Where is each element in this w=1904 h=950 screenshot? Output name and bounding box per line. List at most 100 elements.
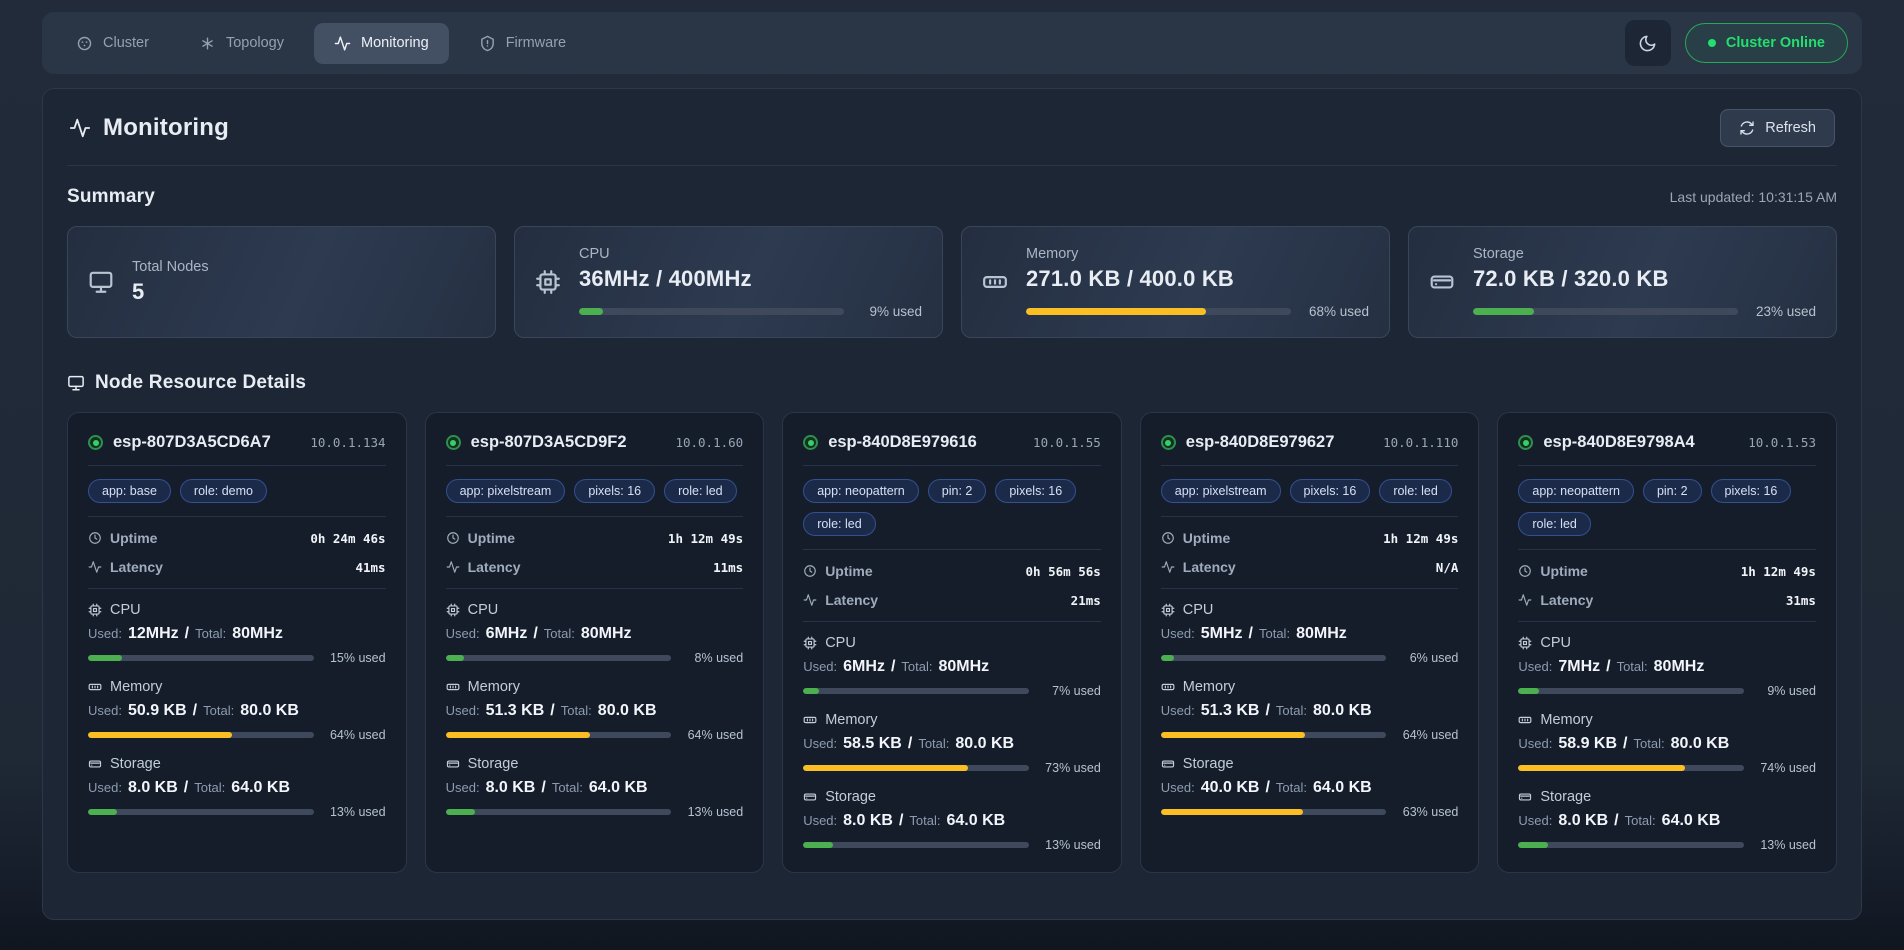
metric-usage-line: Used: 5MHz / Total: 80MHz bbox=[1161, 625, 1459, 643]
node-status-dot bbox=[1518, 435, 1533, 450]
percent-used-label: 13% used bbox=[1041, 838, 1101, 852]
metric-used-value: 5MHz bbox=[1201, 625, 1243, 643]
storage-icon bbox=[1429, 269, 1455, 295]
node-tags: app: pixelstreampixels: 16role: led bbox=[1161, 479, 1459, 503]
cpu-icon bbox=[1518, 636, 1532, 650]
metric-name: Storage bbox=[825, 789, 876, 805]
activity-icon bbox=[88, 560, 102, 574]
nav-tab-topology[interactable]: Topology bbox=[179, 23, 304, 64]
summary-heading: Summary bbox=[67, 186, 155, 208]
activity-icon bbox=[446, 560, 460, 574]
info-row-value: 1h 12m 49s bbox=[668, 531, 743, 546]
metric-used-value: 8.0 KB bbox=[128, 779, 178, 797]
metric-progress: 13% used bbox=[88, 805, 386, 819]
metric-used-value: 58.9 KB bbox=[1558, 735, 1617, 753]
node-details-heading: Node Resource Details bbox=[95, 372, 306, 394]
info-row-label: Uptime bbox=[1183, 530, 1230, 546]
summary-card-value: 5 bbox=[132, 279, 475, 305]
summary-card-label: Total Nodes bbox=[132, 259, 475, 275]
node-metric: CPU Used: 5MHz / Total: 80MHz 6% used bbox=[1161, 602, 1459, 665]
nav-tab-monitoring[interactable]: Monitoring bbox=[314, 23, 449, 64]
progress-track bbox=[88, 655, 314, 661]
metric-name: CPU bbox=[1540, 635, 1571, 651]
node-tag: app: base bbox=[88, 479, 171, 503]
divider bbox=[1161, 588, 1459, 589]
node-tag: pin: 2 bbox=[928, 479, 987, 503]
summary-card-label: CPU bbox=[579, 246, 922, 262]
metric-total-value: 80.0 KB bbox=[1313, 702, 1372, 720]
divider bbox=[1161, 465, 1459, 466]
clock-icon bbox=[88, 531, 102, 545]
progress-track bbox=[88, 732, 314, 738]
storage-icon bbox=[1161, 757, 1175, 771]
nav-tab-label: Cluster bbox=[103, 35, 149, 51]
metric-progress: 64% used bbox=[446, 728, 744, 742]
node-info-rows: Uptime 0h 56m 56s Latency 21ms bbox=[803, 563, 1101, 608]
metric-name: Storage bbox=[1183, 756, 1234, 772]
progress-track bbox=[579, 308, 844, 315]
metric-name: Memory bbox=[110, 679, 162, 695]
node-info-rows: Uptime 1h 12m 49s Latency 11ms bbox=[446, 530, 744, 575]
moon-icon bbox=[1638, 34, 1657, 53]
info-row-value: 31ms bbox=[1786, 593, 1816, 608]
metric-name: Memory bbox=[825, 712, 877, 728]
metric-name: CPU bbox=[825, 635, 856, 651]
storage-icon bbox=[1518, 790, 1532, 804]
node-info-rows: Uptime 0h 24m 46s Latency 41ms bbox=[88, 530, 386, 575]
node-tags: app: baserole: demo bbox=[88, 479, 386, 503]
node-metrics: CPU Used: 12MHz / Total: 80MHz 15% used … bbox=[88, 602, 386, 819]
activity-icon bbox=[1161, 560, 1175, 574]
metric-used-value: 12MHz bbox=[128, 625, 179, 643]
nav-tab-firmware[interactable]: Firmware bbox=[459, 23, 586, 64]
activity-icon bbox=[803, 593, 817, 607]
clock-icon bbox=[1518, 564, 1532, 578]
metric-used-value: 6MHz bbox=[486, 625, 528, 643]
storage-icon bbox=[88, 757, 102, 771]
metric-name: CPU bbox=[468, 602, 499, 618]
node-info-row: Latency N/A bbox=[1161, 559, 1459, 575]
percent-used-label: 6% used bbox=[1398, 651, 1458, 665]
progress-track bbox=[803, 688, 1029, 694]
metric-name: Memory bbox=[1540, 712, 1592, 728]
last-updated-text: Last updated: 10:31:15 AM bbox=[1670, 189, 1837, 205]
node-metric: Memory Used: 58.5 KB / Total: 80.0 KB 73… bbox=[803, 712, 1101, 775]
memory-icon bbox=[803, 713, 817, 727]
metric-name: CPU bbox=[1183, 602, 1214, 618]
metric-total-value: 80MHz bbox=[1296, 625, 1347, 643]
metric-usage-line: Used: 8.0 KB / Total: 64.0 KB bbox=[88, 779, 386, 797]
progress-track bbox=[803, 765, 1029, 771]
metric-used-value: 51.3 KB bbox=[486, 702, 545, 720]
node-info-row: Uptime 0h 24m 46s bbox=[88, 530, 386, 546]
metric-name: Storage bbox=[110, 756, 161, 772]
clock-icon bbox=[803, 564, 817, 578]
info-row-value: 0h 24m 46s bbox=[310, 531, 385, 546]
info-row-label: Latency bbox=[1540, 592, 1593, 608]
theme-toggle-button[interactable] bbox=[1625, 20, 1671, 66]
page-title: Monitoring bbox=[103, 114, 229, 142]
metric-progress: 13% used bbox=[1518, 838, 1816, 852]
progress-fill bbox=[1161, 655, 1175, 661]
progress-track bbox=[446, 732, 672, 738]
percent-used-label: 15% used bbox=[326, 651, 386, 665]
summary-progress: 23% used bbox=[1473, 304, 1816, 319]
node-cards: esp-807D3A5CD6A7 10.0.1.134 app: baserol… bbox=[67, 412, 1837, 873]
node-metric: Storage Used: 8.0 KB / Total: 64.0 KB 13… bbox=[446, 756, 744, 819]
summary-card-cpu: CPU 36MHz / 400MHz 9% used bbox=[514, 226, 943, 338]
metric-total-value: 64.0 KB bbox=[946, 812, 1005, 830]
divider bbox=[1518, 465, 1816, 466]
progress-track bbox=[1026, 308, 1291, 315]
metric-used-value: 8.0 KB bbox=[486, 779, 536, 797]
node-tag: app: pixelstream bbox=[1161, 479, 1281, 503]
topology-icon bbox=[199, 35, 216, 52]
node-metric: Memory Used: 51.3 KB / Total: 80.0 KB 64… bbox=[446, 679, 744, 742]
metric-total-value: 80MHz bbox=[581, 625, 632, 643]
node-tag: pixels: 16 bbox=[995, 479, 1076, 503]
refresh-button[interactable]: Refresh bbox=[1720, 109, 1835, 147]
cluster-icon bbox=[76, 35, 93, 52]
metric-progress: 63% used bbox=[1161, 805, 1459, 819]
nav-tabs: Cluster Topology Monitoring Firmware bbox=[56, 23, 586, 64]
nav-tab-cluster[interactable]: Cluster bbox=[56, 23, 169, 64]
metric-used-value: 8.0 KB bbox=[1558, 812, 1608, 830]
summary-card-value: 72.0 KB / 320.0 KB bbox=[1473, 266, 1816, 292]
status-dot-icon bbox=[1708, 39, 1716, 47]
